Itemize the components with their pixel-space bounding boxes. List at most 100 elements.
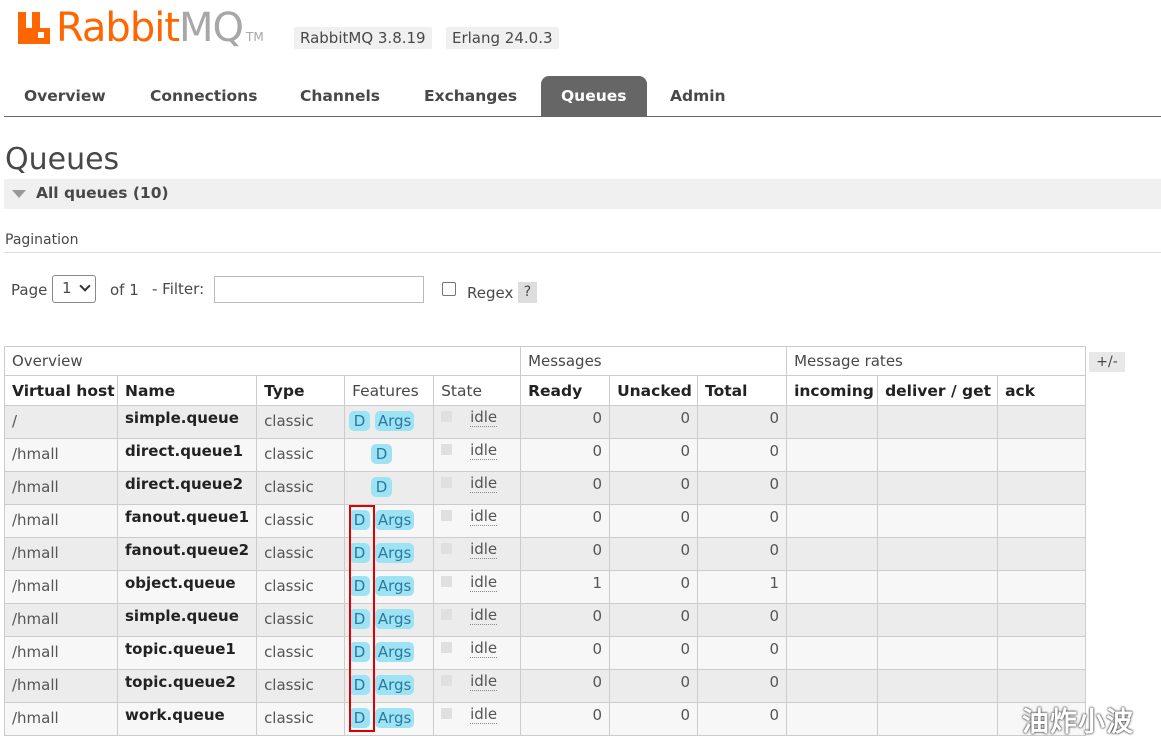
cell-state: idle <box>433 570 522 604</box>
col-type[interactable]: Type <box>256 375 346 406</box>
queues-table: Overview Messages Message rates Virtual … <box>3 346 1087 736</box>
erlang-version-badge: Erlang 24.0.3 <box>446 27 559 49</box>
cell-incoming <box>786 537 879 571</box>
filter-input[interactable] <box>214 276 424 303</box>
table-row: /hmall direct.queue1 classic Didle 0 0 0 <box>4 438 1087 472</box>
filter-label: - Filter: <box>152 280 205 298</box>
tab-connections[interactable]: Connections <box>130 76 277 116</box>
table-row: /hmall direct.queue2 classic Didle 0 0 0 <box>4 471 1087 505</box>
state-label: idle <box>470 474 498 493</box>
tab-channels[interactable]: Channels <box>280 76 400 116</box>
tab-exchanges[interactable]: Exchanges <box>404 76 537 116</box>
tab-queues[interactable]: Queues <box>541 76 647 116</box>
queue-name-link[interactable]: direct.queue2 <box>116 471 258 505</box>
durable-badge: D <box>349 411 371 431</box>
cell-features: D Args <box>344 669 435 703</box>
col-incoming[interactable]: incoming <box>786 375 879 406</box>
regex-checkbox[interactable] <box>442 282 456 296</box>
col-name[interactable]: Name <box>116 375 258 406</box>
cell-features: D Args <box>344 570 435 604</box>
cell-ack <box>997 603 1087 637</box>
queue-name-link[interactable]: simple.queue <box>116 603 258 637</box>
cell-unacked: 0 <box>609 702 699 736</box>
col-unacked[interactable]: Unacked <box>609 375 699 406</box>
queue-name-link[interactable]: direct.queue1 <box>116 438 258 472</box>
cell-incoming <box>786 636 879 670</box>
cell-type: classic <box>256 504 346 538</box>
queue-rows: / simple.queue classic D Args idle 0 0 0/hmall d… <box>4 405 1087 736</box>
col-ack[interactable]: ack <box>997 375 1087 406</box>
cell-type: classic <box>256 405 346 439</box>
cell-total: 0 <box>697 669 788 703</box>
col-total[interactable]: Total <box>697 375 788 406</box>
rabbitmq-version-badge: RabbitMQ 3.8.19 <box>294 27 432 49</box>
cell-state: idle <box>433 603 522 637</box>
cell-ready: 0 <box>520 504 611 538</box>
cell-virtual-host: /hmall <box>4 570 118 604</box>
cell-total: 1 <box>697 570 788 604</box>
cell-features: D Args <box>344 405 435 439</box>
cell-incoming <box>786 405 879 439</box>
state-indicator-icon <box>441 411 453 422</box>
queue-name-link[interactable]: topic.queue2 <box>116 669 258 703</box>
state-label: idle <box>470 507 498 526</box>
table-row: /hmall topic.queue2 classic D Args idle 0 0 0 <box>4 669 1087 703</box>
cell-virtual-host: /hmall <box>4 669 118 703</box>
queue-name-link[interactable]: fanout.queue2 <box>116 537 258 571</box>
cell-ack <box>997 438 1087 472</box>
cell-type: classic <box>256 702 346 736</box>
cell-ack <box>997 504 1087 538</box>
durable-badge: D <box>349 609 371 629</box>
cell-ready: 0 <box>520 438 611 472</box>
col-deliver-get[interactable]: deliver / get <box>877 375 999 406</box>
state-label: idle <box>470 606 498 625</box>
collapse-triangle-icon <box>12 190 26 198</box>
state-indicator-icon <box>441 543 453 554</box>
col-virtual-host[interactable]: Virtual host <box>4 375 118 406</box>
cell-unacked: 0 <box>609 438 699 472</box>
queue-name-link[interactable]: work.queue <box>116 702 258 736</box>
cell-total: 0 <box>697 405 788 439</box>
cell-ready: 0 <box>520 471 611 505</box>
col-ready[interactable]: Ready <box>520 375 611 406</box>
queue-name-link[interactable]: topic.queue1 <box>116 636 258 670</box>
toggle-columns-button[interactable]: +/- <box>1089 352 1125 372</box>
cell-ready: 0 <box>520 669 611 703</box>
table-row: /hmall work.queue classic D Args idle 0 0 0 <box>4 702 1087 736</box>
cell-virtual-host: /hmall <box>4 702 118 736</box>
all-queues-section-toggle[interactable]: All queues (10) <box>4 179 1161 209</box>
cell-unacked: 0 <box>609 636 699 670</box>
queue-name-link[interactable]: fanout.queue1 <box>116 504 258 538</box>
cell-total: 0 <box>697 603 788 637</box>
rabbitmq-logo[interactable]: RabbitMQ TM <box>18 5 264 51</box>
cell-ready: 0 <box>520 636 611 670</box>
queue-name-link[interactable]: simple.queue <box>116 405 258 439</box>
page-select[interactable]: 1 <box>52 275 96 303</box>
queue-name-link[interactable]: object.queue <box>116 570 258 604</box>
cell-incoming <box>786 504 879 538</box>
cell-incoming <box>786 471 879 505</box>
state-indicator-icon <box>441 477 453 488</box>
cell-ack <box>997 669 1087 703</box>
cell-total: 0 <box>697 438 788 472</box>
cell-features: D <box>344 471 435 505</box>
logo-wordmark: RabbitMQ <box>56 5 244 51</box>
cell-ack <box>997 570 1087 604</box>
state-label: idle <box>470 441 498 460</box>
cell-virtual-host: /hmall <box>4 537 118 571</box>
col-state[interactable]: State <box>433 375 522 406</box>
cell-incoming <box>786 570 879 604</box>
cell-deliver-get <box>877 537 999 571</box>
cell-state: idle <box>433 702 522 736</box>
regex-help-button[interactable]: ? <box>518 282 537 303</box>
args-badge: Args <box>374 609 415 629</box>
cell-incoming <box>786 702 879 736</box>
state-label: idle <box>470 639 498 658</box>
page-label: Page <box>11 281 48 299</box>
tab-overview[interactable]: Overview <box>4 76 126 116</box>
state-indicator-icon <box>441 609 453 620</box>
args-badge: Args <box>374 642 415 662</box>
tab-admin[interactable]: Admin <box>650 76 746 116</box>
cell-ack <box>997 405 1087 439</box>
cell-deliver-get <box>877 702 999 736</box>
